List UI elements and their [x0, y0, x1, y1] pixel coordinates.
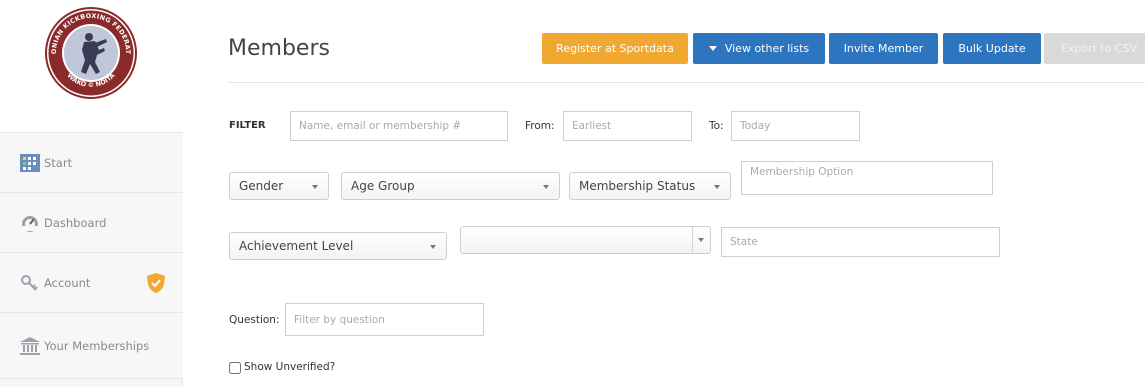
state-input[interactable]: [721, 227, 1000, 257]
gender-select-value: Gender: [239, 179, 284, 193]
search-input[interactable]: [290, 111, 508, 141]
sidebar-item-label: Account: [44, 275, 91, 290]
age-group-select[interactable]: Age Group: [341, 172, 560, 200]
chevron-down-icon: [714, 185, 720, 189]
to-date-input[interactable]: [731, 111, 860, 141]
achievement-level-select[interactable]: Achievement Level: [229, 232, 447, 260]
logo-area: ESTONIAN KICKBOXING FEDERATION WAKO © NO…: [0, 0, 183, 133]
chevron-down-icon: [312, 185, 318, 189]
dashboard-icon: [22, 215, 38, 232]
institution-icon: [20, 336, 40, 355]
from-date-input[interactable]: [563, 111, 692, 141]
federation-logo[interactable]: ESTONIAN KICKBOXING FEDERATION WAKO © NO…: [44, 6, 138, 100]
filter-label: FILTER: [229, 120, 266, 131]
sidebar-item-your-memberships[interactable]: Your Memberships: [0, 313, 183, 379]
membership-status-select[interactable]: Membership Status: [569, 172, 731, 200]
achievement-level-select-value: Achievement Level: [239, 239, 354, 253]
invite-member-button[interactable]: Invite Member: [829, 33, 938, 64]
sidebar-item-label: Your Memberships: [44, 338, 150, 353]
page-title: Members: [228, 36, 330, 61]
view-other-lists-button[interactable]: View other lists: [693, 33, 825, 64]
sidebar-item-label: Start: [44, 155, 73, 170]
secondary-select-arrow: [692, 227, 710, 253]
grid-icon: [20, 153, 40, 172]
chevron-down-icon: [430, 245, 436, 249]
to-label: To:: [709, 120, 724, 132]
sidebar-item-dashboard[interactable]: Dashboard: [0, 193, 183, 253]
key-icon: [21, 274, 38, 291]
secondary-select[interactable]: [460, 226, 711, 254]
sidebar-item-account[interactable]: Account: [0, 253, 183, 313]
membership-status-select-value: Membership Status: [579, 179, 696, 193]
chevron-down-icon: [698, 238, 704, 242]
show-unverified-checkbox[interactable]: [229, 362, 241, 374]
chevron-down-icon: [543, 185, 549, 189]
show-unverified-label[interactable]: Show Unverified?: [244, 361, 335, 373]
shield-check-icon: [147, 272, 165, 293]
age-group-select-value: Age Group: [351, 179, 415, 193]
question-input[interactable]: [285, 303, 484, 336]
sidebar-item-start[interactable]: Start: [0, 133, 183, 193]
bulk-update-button[interactable]: Bulk Update: [943, 33, 1041, 64]
from-label: From:: [525, 120, 555, 132]
question-label: Question:: [229, 314, 280, 326]
gender-select[interactable]: Gender: [229, 172, 329, 200]
header-divider: [228, 82, 1145, 83]
sidebar: ESTONIAN KICKBOXING FEDERATION WAKO © NO…: [0, 0, 183, 387]
export-csv-button[interactable]: Export to CSV: [1044, 33, 1145, 64]
caret-down-icon: [708, 45, 717, 51]
membership-option-input[interactable]: [741, 161, 993, 195]
register-sportdata-button[interactable]: Register at Sportdata: [542, 33, 688, 64]
sidebar-item-label: Dashboard: [44, 215, 107, 230]
view-other-lists-label: View other lists: [724, 42, 810, 55]
